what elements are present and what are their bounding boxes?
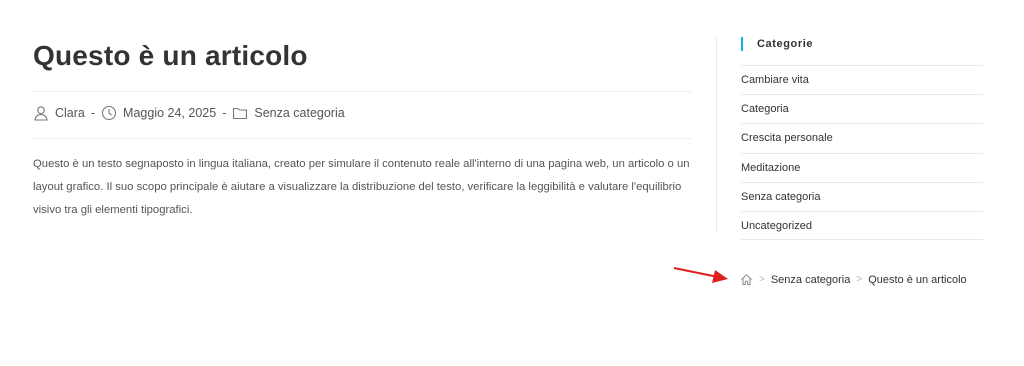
- category-list: Cambiare vita Categoria Crescita persona…: [741, 65, 983, 241]
- category-link-categoria[interactable]: Categoria: [741, 103, 789, 115]
- meta-separator: -: [222, 106, 227, 120]
- list-item: Cambiare vita: [741, 65, 983, 94]
- breadcrumb: > Senza categoria > Questo è un articolo: [740, 273, 967, 286]
- author-link[interactable]: Clara: [55, 106, 85, 120]
- post-meta: Clara - Maggio 24, 2025 - Senza categori…: [33, 105, 345, 121]
- red-arrow: [673, 267, 728, 283]
- folder-icon: [232, 105, 248, 121]
- post-title: Questo è un articolo: [33, 40, 308, 71]
- meta-separator: -: [90, 106, 96, 120]
- divider: [33, 91, 692, 92]
- list-item: Meditazione: [741, 152, 983, 182]
- list-item: Crescita personale: [741, 123, 983, 152]
- divider: [33, 138, 692, 139]
- post-date: Maggio 24, 2025: [123, 106, 217, 120]
- breadcrumb-separator: >: [856, 274, 863, 285]
- clock-icon: [101, 105, 117, 121]
- widget-title: Categorie: [741, 37, 813, 51]
- sidebar-divider: [716, 37, 717, 233]
- user-icon: [33, 105, 49, 121]
- breadcrumb-item-current: Questo è un articolo: [868, 273, 967, 286]
- category-link-senza-categoria[interactable]: Senza categoria: [741, 191, 821, 203]
- category-link-cambiare-vita[interactable]: Cambiare vita: [741, 74, 809, 86]
- category-link[interactable]: Senza categoria: [254, 106, 344, 120]
- list-item: Categoria: [741, 94, 983, 123]
- list-item: Uncategorized: [741, 210, 983, 241]
- home-icon[interactable]: [740, 273, 753, 286]
- breadcrumb-item-category[interactable]: Senza categoria: [771, 274, 851, 286]
- category-link-crescita-personale[interactable]: Crescita personale: [741, 132, 833, 144]
- category-link-uncategorized[interactable]: Uncategorized: [741, 220, 812, 232]
- list-item: Senza categoria: [741, 181, 983, 211]
- breadcrumb-separator: >: [759, 274, 765, 285]
- category-link-meditazione[interactable]: Meditazione: [741, 162, 800, 174]
- post-content: Questo è un testo segnaposto in lingua i…: [33, 158, 690, 216]
